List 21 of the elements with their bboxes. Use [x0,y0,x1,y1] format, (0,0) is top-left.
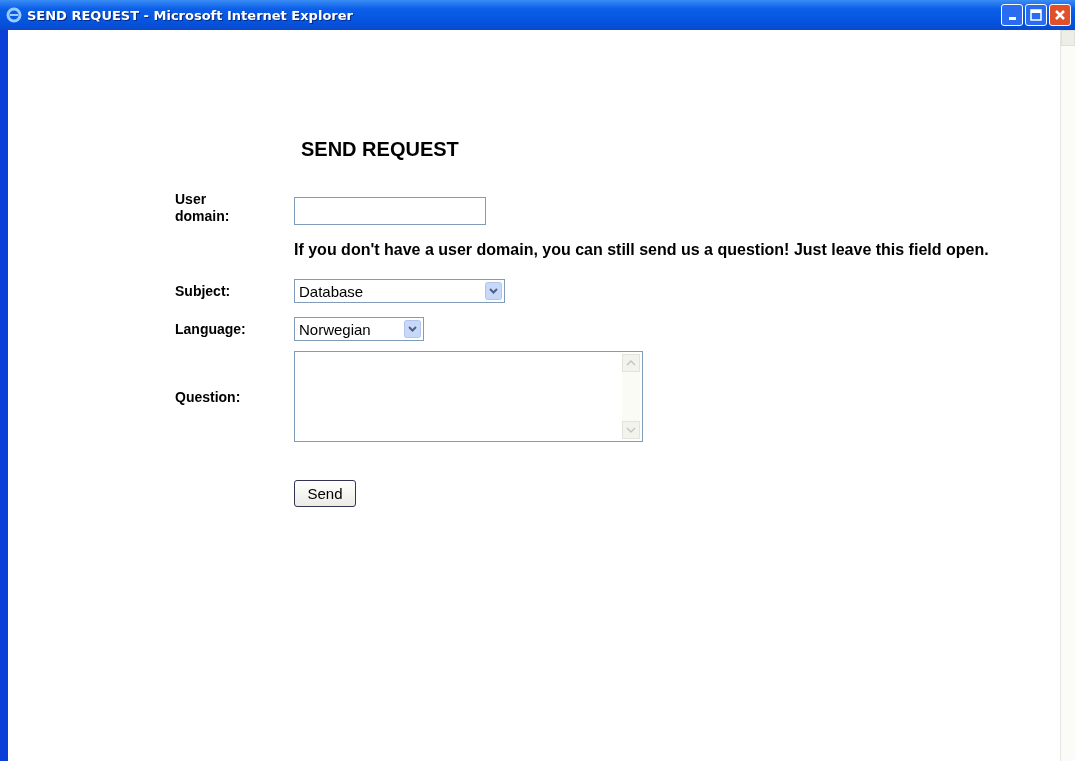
user-domain-field[interactable] [294,197,486,225]
maximize-button[interactable] [1025,4,1047,26]
minimize-button[interactable] [1001,4,1023,26]
maximize-icon [1030,9,1042,21]
minimize-icon [1008,17,1016,20]
scroll-down-icon [622,421,640,439]
close-button[interactable] [1049,4,1071,26]
question-field[interactable] [294,351,643,442]
scrollbar[interactable] [1060,30,1075,761]
window-title: SEND REQUEST - Microsoft Internet Explorer [27,7,354,23]
hint-text: If you don't have a user domain, you can still send us a question! Just leave this field open. [294,241,990,259]
field-label: Language: [175,321,247,337]
close-icon [1054,9,1066,21]
page-heading: SEND REQUEST [301,138,460,161]
send-button[interactable]: Send [294,480,356,507]
browser-icon [6,7,22,23]
field-label: Question: [175,388,242,405]
scroll-up-icon [622,354,640,372]
subject-dropdown[interactable]: Database [294,279,505,303]
field-label: Subject: [175,283,232,299]
language-dropdown[interactable]: Norwegian [294,317,424,341]
